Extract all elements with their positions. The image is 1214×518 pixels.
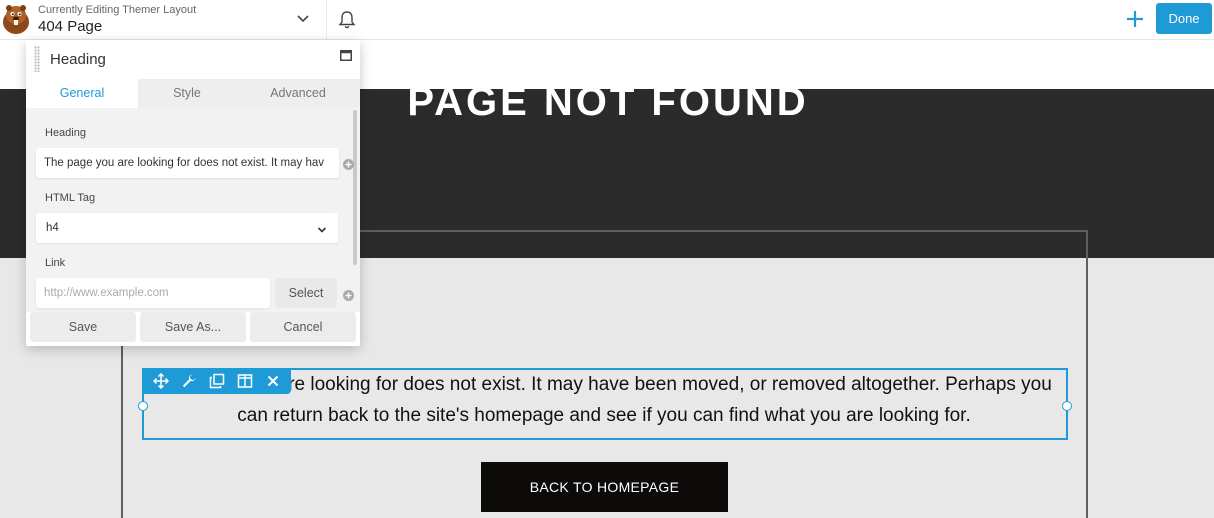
add-content-plus-icon[interactable] [1124,8,1146,30]
field-connection-icon[interactable] [343,288,354,301]
tab-general[interactable]: General [26,79,138,108]
layout-name: 404 Page [38,18,103,35]
tab-advanced[interactable]: Advanced [236,79,360,108]
resize-handle-right[interactable] [1062,401,1072,411]
builder-topbar: Currently Editing Themer Layout 404 Page… [0,0,1214,40]
link-url-input[interactable]: http://www.example.com [36,278,270,308]
field-connection-icon[interactable] [343,157,354,170]
editing-label: Currently Editing Themer Layout [38,4,197,16]
move-icon[interactable] [151,371,171,391]
drag-handle-icon[interactable] [34,46,40,72]
back-to-homepage-button[interactable]: BACK TO HOMEPAGE [481,462,728,512]
panel-scrollbar[interactable] [353,110,357,265]
html-tag-select[interactable]: h4 [36,213,338,243]
save-button[interactable]: Save [30,312,136,342]
cancel-button[interactable]: Cancel [250,312,356,342]
link-field-label: Link [45,257,66,269]
columns-icon[interactable] [235,371,255,391]
html-tag-field-label: HTML Tag [45,192,96,204]
duplicate-icon[interactable] [207,371,227,391]
done-button[interactable]: Done [1156,3,1212,34]
module-action-toolbar [142,368,291,394]
wrench-settings-icon[interactable] [179,371,199,391]
resize-handle-left[interactable] [138,401,148,411]
beaver-logo-icon[interactable] [0,2,32,36]
link-select-button[interactable]: Select [275,278,337,308]
maximize-icon[interactable] [340,48,352,61]
layout-title-block: Currently Editing Themer Layout 404 Page [38,4,196,37]
bell-icon[interactable] [338,10,356,30]
tab-style[interactable]: Style [138,79,236,108]
topbar-divider [326,0,327,40]
heading-field-label: Heading [45,127,86,139]
heading-settings-panel: Heading General Style Advanced Heading T… [26,40,360,346]
save-as-button[interactable]: Save As... [140,312,246,342]
panel-tabs: General Style Advanced [26,79,360,108]
chevron-down-icon[interactable] [294,12,312,26]
panel-title: Heading [50,51,106,68]
heading-text-input[interactable]: The page you are looking for does not ex… [36,148,339,178]
chevron-down-icon [316,222,328,233]
close-icon[interactable] [263,371,283,391]
panel-footer: Save Save As... Cancel [26,312,360,346]
